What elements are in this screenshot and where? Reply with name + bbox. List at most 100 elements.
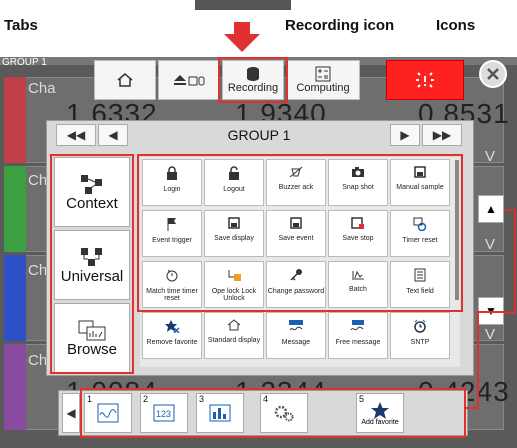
computing-label: Computing — [296, 82, 350, 94]
recording-icon — [247, 67, 259, 81]
icon-button-ope-lock-lock-unlock[interactable]: Ope lock Lock Unlock — [204, 261, 264, 308]
favorite-slot-3[interactable]: 3 — [196, 393, 244, 433]
icon-button-message[interactable]: Message — [266, 312, 326, 359]
icon-label: Remove favorite — [146, 338, 198, 346]
icon-label: Save stop — [342, 234, 374, 242]
icon-button-save-stop[interactable]: Save stop — [328, 210, 388, 257]
icon-button-login[interactable]: Login — [142, 159, 202, 206]
annotation-connector — [466, 311, 506, 409]
batch-icon — [351, 268, 365, 286]
icon-button-sntp[interactable]: SNTP — [390, 312, 450, 359]
group-label: GROUP 1 — [2, 57, 47, 68]
close-button[interactable] — [479, 60, 507, 88]
save-stop-icon — [351, 217, 365, 235]
icon-button-free-message[interactable]: Free message — [328, 312, 388, 359]
eject-sd-icon — [174, 75, 205, 86]
home-icon — [227, 319, 241, 337]
context-icon — [81, 174, 102, 194]
icon-label: Match time timer reset — [146, 287, 198, 303]
add-favorite-star-icon — [371, 401, 389, 419]
icon-label: Message — [281, 338, 311, 346]
trend-icon — [97, 403, 119, 423]
icon-button-manual-sample[interactable]: Manual sample — [390, 159, 450, 206]
favorite-slot-1[interactable]: 1 — [84, 393, 132, 433]
eject-media-button[interactable] — [158, 60, 220, 100]
favorite-slot-4[interactable]: 4 — [260, 393, 308, 433]
save-icon — [414, 166, 426, 184]
tab-browse[interactable]: Browse — [54, 303, 130, 373]
icon-button-save-event[interactable]: Save event — [266, 210, 326, 257]
icon-button-snap-shot[interactable]: Snap shot — [328, 159, 388, 206]
camera-icon — [351, 166, 365, 184]
top-strip — [195, 0, 291, 10]
bar-graph-icon — [209, 404, 231, 422]
text-field-icon — [414, 268, 426, 288]
icon-label: Snap shot — [342, 183, 374, 191]
icon-button-event-trigger[interactable]: Event trigger — [142, 210, 202, 257]
remove-favorite-icon — [164, 319, 180, 339]
icon-label: Manual sample — [396, 183, 444, 191]
match-timer-icon — [165, 268, 179, 288]
annotation-connector — [505, 209, 516, 314]
icon-button-batch[interactable]: Batch — [328, 261, 388, 308]
digital-display-icon: 123 — [153, 404, 175, 422]
icon-label: Text field — [406, 287, 434, 295]
computing-button[interactable]: Computing — [286, 60, 360, 100]
icon-button-buzzer-ack[interactable]: Buzzer ack — [266, 159, 326, 206]
tab-universal[interactable]: Universal — [54, 230, 130, 300]
icon-label: Change password — [267, 287, 325, 295]
tab-context[interactable]: Context — [54, 157, 130, 227]
favorites-prev-button[interactable]: ◀ — [62, 393, 80, 433]
key-icon — [289, 268, 303, 288]
favorite-slot-2[interactable]: 2 123 — [140, 393, 188, 433]
icon-button-standard-display[interactable]: Standard display — [204, 312, 264, 359]
save-icon — [290, 217, 302, 235]
calculator-icon — [315, 66, 331, 82]
message-icon — [288, 319, 304, 339]
buzzer-icon — [289, 166, 303, 184]
icon-label: Save event — [278, 234, 314, 242]
icon-label: Login — [163, 185, 181, 193]
tab-label: Universal — [60, 267, 124, 285]
prev-page-button[interactable]: ◀ — [98, 124, 128, 146]
icon-label: Batch — [349, 285, 367, 293]
annotation-recording-icon: Recording icon — [285, 17, 395, 34]
gear-icon — [274, 405, 294, 422]
icon-label: Save display — [214, 234, 254, 242]
universal-icon — [81, 247, 102, 266]
tab-label: Browse — [66, 340, 118, 358]
sntp-icon — [413, 319, 427, 339]
tab-label: Context — [66, 194, 118, 212]
icon-button-remove-favorite[interactable]: Remove favorite — [142, 312, 202, 359]
recording-button[interactable]: Recording — [222, 60, 284, 100]
annotation-icons: Icons — [436, 17, 476, 34]
icon-label: Event trigger — [152, 236, 192, 244]
flag-icon — [166, 217, 178, 237]
icon-button-change-password[interactable]: Change password — [266, 261, 326, 308]
panel-group-title: GROUP 1 — [227, 127, 291, 143]
icon-button-timer-reset[interactable]: Timer reset — [390, 210, 450, 257]
free-message-icon — [350, 319, 366, 339]
icon-button-save-display[interactable]: Save display — [204, 210, 264, 257]
icon-button-text-field[interactable]: Text field — [390, 261, 450, 308]
icon-button-logout[interactable]: Logout — [204, 159, 264, 206]
grid-scrollbar[interactable] — [455, 160, 459, 300]
home-button[interactable] — [94, 60, 156, 100]
unlock-icon — [228, 166, 240, 186]
recording-label: Recording — [227, 82, 279, 94]
alarm-button[interactable] — [386, 60, 464, 100]
icon-label: Standard display — [207, 336, 261, 344]
last-page-button[interactable]: ▶▶ — [422, 124, 462, 146]
annotation-tabs: Tabs — [4, 17, 38, 34]
browse-icon — [78, 320, 106, 340]
icon-button-match-time-timer-reset[interactable]: Match time timer reset — [142, 261, 202, 308]
favorite-slot-5[interactable]: 5 Add favorite — [356, 393, 404, 433]
first-page-button[interactable]: ◀◀ — [56, 124, 96, 146]
next-page-button[interactable]: ▶ — [390, 124, 420, 146]
home-icon — [117, 73, 133, 87]
svg-text:123: 123 — [156, 409, 171, 419]
scroll-up-button[interactable]: ▲ — [478, 195, 504, 223]
icon-label: SNTP — [410, 338, 430, 346]
icon-label: Buzzer ack — [278, 183, 314, 191]
icon-label: Free message — [335, 338, 381, 346]
